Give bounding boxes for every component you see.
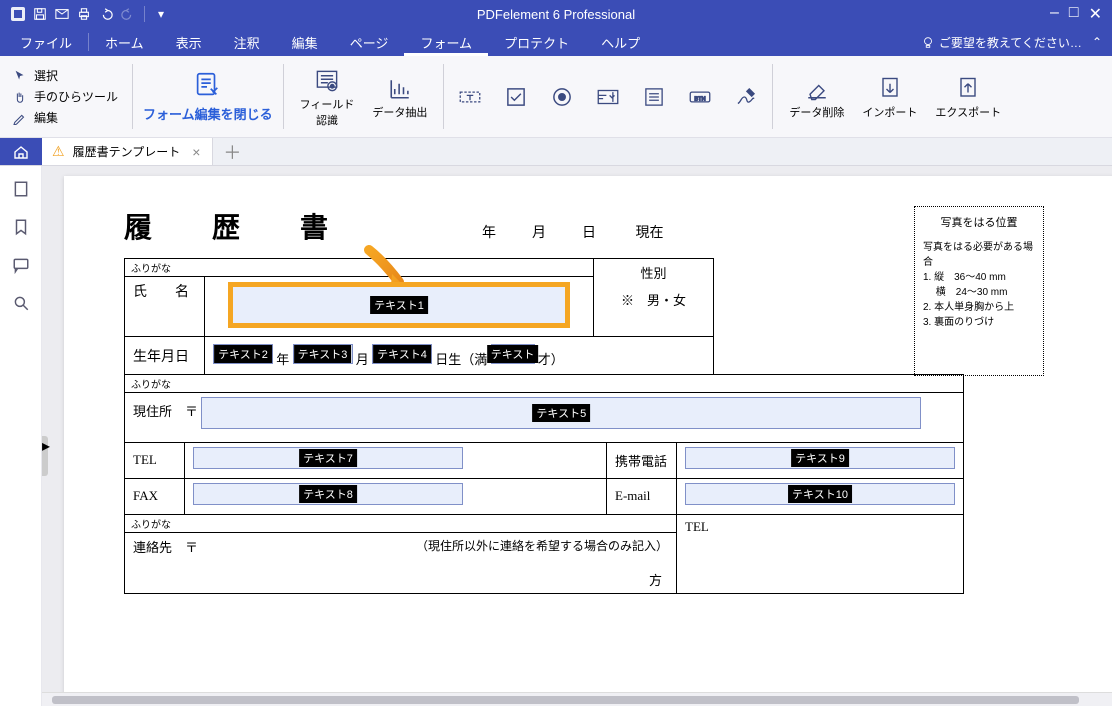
birth-label: 生年月日 [125,337,205,375]
main-area: ▸ ◂ 履 歴 書 年月日 現在 写真をはる位置 写真をはる必要がある場合 1.… [0,166,1112,706]
home-tab-icon[interactable] [0,138,42,165]
form-text-field-age[interactable]: テキスト [491,344,535,364]
quick-access-toolbar: ▾ [0,4,171,24]
menu-file[interactable]: ファイル [4,29,88,56]
menu-help[interactable]: ヘルプ [585,29,656,56]
menu-comment[interactable]: 注釈 [218,29,276,56]
export-icon [952,73,984,105]
print-icon[interactable] [74,4,94,24]
menu-edit[interactable]: 編集 [276,29,334,56]
chart-icon [384,73,416,105]
eraser-icon [801,73,833,105]
thumbnails-icon[interactable] [12,180,30,198]
doc-heading: 履 歴 書 [124,206,344,246]
data-io-group: データ削除 インポート エクスポート [775,56,1015,137]
horizontal-scrollbar[interactable] [42,692,1112,706]
doc-date-line: 年月日 現在 [464,222,682,242]
document-tab-strip: ⚠ 履歴書テンプレート × ＋ [0,138,1112,166]
import-icon [874,73,906,105]
form-text-field-2[interactable]: テキスト2 [213,344,273,364]
furigana-cell: ふりがな [125,259,594,277]
ribbon-toolbar: 選択 手のひらツール 編集 フォーム編集を閉じる フィールド 認識 データ抽出 … [0,56,1112,138]
hand-tool[interactable]: 手のひらツール [8,86,122,107]
field-recognize-button[interactable]: フィールド 認識 [294,61,361,131]
radio-tool-icon[interactable] [546,81,578,113]
form-text-field-9[interactable]: テキスト9 [685,447,955,469]
data-extract-button[interactable]: データ抽出 [366,69,433,124]
button-tool-icon[interactable]: BTN [684,81,716,113]
window-controls: – □ ✕ [1050,4,1112,24]
form-text-field-8[interactable]: テキスト8 [193,483,463,505]
name-label: 氏 名 [125,277,205,337]
left-sidebar [0,166,42,706]
undo-icon[interactable] [96,4,116,24]
app-logo-icon [8,4,28,24]
field-recognize-icon [311,65,343,97]
listbox-tool-icon[interactable] [638,81,670,113]
hand-icon [12,89,28,105]
close-tab-button[interactable]: × [188,144,204,160]
document-tab[interactable]: ⚠ 履歴書テンプレート × [42,138,213,165]
edit-tool[interactable]: 編集 [8,107,122,128]
data-group: フィールド 認識 データ抽出 [286,56,442,137]
menu-form[interactable]: フォーム [404,29,488,56]
app-title: PDFelement 6 Professional [477,7,635,22]
maximize-button[interactable]: □ [1069,4,1079,24]
qat-dropdown-icon[interactable]: ▾ [151,4,171,24]
warning-icon: ⚠ [52,143,65,160]
menu-protect[interactable]: プロテクト [488,29,585,56]
search-icon[interactable] [12,294,30,312]
checkbox-tool-icon[interactable] [500,81,532,113]
photo-placeholder-box: 写真をはる位置 写真をはる必要がある場合 1. 縦 36～40 mm 横 24～… [914,206,1044,376]
document-canvas[interactable]: ▸ ◂ 履 歴 書 年月日 現在 写真をはる位置 写真をはる必要がある場合 1.… [42,166,1112,706]
mail-icon[interactable] [52,4,72,24]
signature-tool-icon[interactable] [730,81,762,113]
menu-bar: ファイル ホーム 表示 注釈 編集 ページ フォーム プロテクト ヘルプ ご要望… [0,28,1112,56]
gender-cell: 性別※ 男・女 [594,259,714,337]
pdf-page: 履 歴 書 年月日 現在 写真をはる位置 写真をはる必要がある場合 1. 縦 3… [64,176,1112,706]
bookmarks-icon[interactable] [12,218,30,236]
cursor-tools-group: 選択 手のひらツール 編集 [0,56,130,137]
title-bar: ▾ PDFelement 6 Professional – □ ✕ [0,0,1112,28]
pencil-icon [12,110,28,126]
save-icon[interactable] [30,4,50,24]
combobox-tool-icon[interactable] [592,81,624,113]
form-text-field-5[interactable]: テキスト5 [201,397,921,429]
menu-home[interactable]: ホーム [89,29,160,56]
form-text-field-10[interactable]: テキスト10 [685,483,955,505]
new-tab-button[interactable]: ＋ [213,139,251,165]
form-text-field-7[interactable]: テキスト7 [193,447,463,469]
minimize-button[interactable]: – [1050,4,1059,24]
menu-view[interactable]: 表示 [160,29,218,56]
import-button[interactable]: インポート [856,69,923,124]
form-field-tools: BTN [446,56,770,137]
close-form-edit-button[interactable]: フォーム編集を閉じる [135,56,281,137]
data-delete-button[interactable]: データ削除 [783,69,850,124]
menu-page[interactable]: ページ [334,29,405,56]
cursor-icon [12,68,28,84]
bulb-icon [921,35,935,49]
form-text-field-3[interactable]: テキスト3 [293,344,353,364]
left-panel-expand-handle[interactable]: ▸ [42,436,48,476]
text-field-tool-icon[interactable] [454,81,486,113]
form-text-field-1[interactable]: テキスト1 [229,283,569,327]
form-text-field-4[interactable]: テキスト4 [372,344,432,364]
export-button[interactable]: エクスポート [929,69,1007,124]
document-tab-label: 履歴書テンプレート [73,143,181,160]
redo-icon[interactable] [118,4,138,24]
svg-text:BTN: BTN [695,96,706,102]
form-edit-icon [192,70,224,102]
comments-icon[interactable] [12,256,30,274]
tell-me-hint[interactable]: ご要望を教えてください… ⌃ [921,34,1108,51]
close-button[interactable]: ✕ [1089,4,1102,24]
select-tool[interactable]: 選択 [8,65,122,86]
expand-ribbon-icon[interactable]: ⌃ [1092,35,1102,49]
